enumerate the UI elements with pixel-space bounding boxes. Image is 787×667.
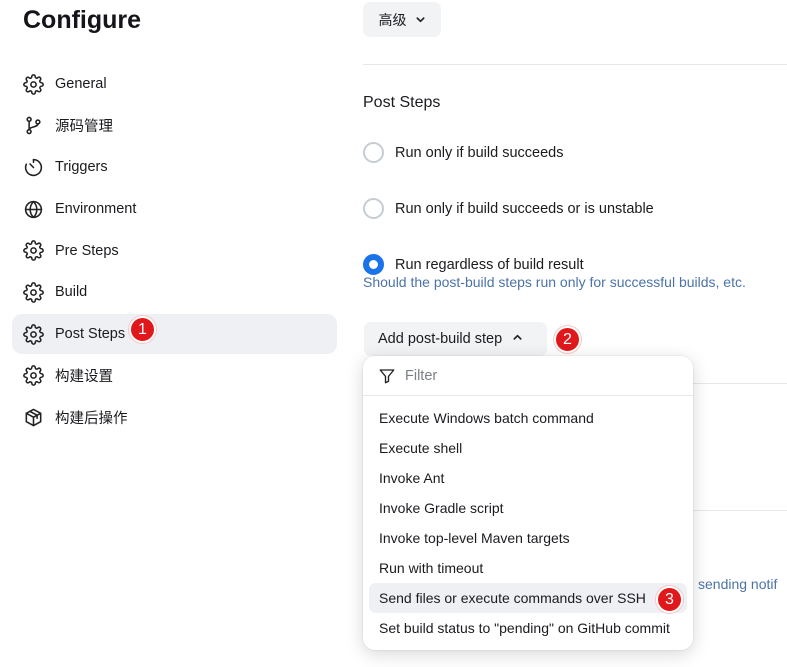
advanced-button[interactable]: 高级 [363, 2, 441, 37]
filter-input[interactable] [405, 367, 665, 384]
source-branch-icon [23, 115, 44, 136]
gear-icon [23, 365, 44, 387]
radio-label: Run regardless of build result [395, 256, 584, 273]
radio-option-unstable[interactable]: Run only if build succeeds or is unstabl… [363, 198, 654, 219]
menu-item-execute-shell[interactable]: Execute shell [369, 433, 687, 463]
sidebar-item-source[interactable]: 源码管理 [12, 106, 337, 146]
sidebar-item-triggers[interactable]: Triggers [12, 147, 337, 187]
sidebar-item-label: Pre Steps [55, 242, 119, 259]
sidebar-item-label: Post Steps [55, 326, 126, 343]
menu-item-send-files-ssh[interactable]: Send files or execute commands over SSH [369, 583, 687, 613]
sidebar-nav: General 源码管理 Triggers Environment Pre St… [12, 64, 337, 439]
sidebar-item-label: General [55, 76, 107, 92]
advanced-label: 高级 [378, 11, 407, 28]
section-title: Post Steps [363, 94, 441, 111]
sidebar-item-label: 源码管理 [55, 119, 113, 136]
menu-item-invoke-maven[interactable]: Invoke top-level Maven targets [369, 523, 687, 553]
add-step-label: Add post-build step [378, 331, 503, 347]
radio-option-succeeds[interactable]: Run only if build succeeds [363, 142, 563, 163]
radio-label: Run only if build succeeds or is unstabl… [395, 200, 654, 217]
sidebar-item-label: Build [55, 284, 88, 301]
add-post-build-step-button[interactable]: Add post-build step [364, 322, 547, 356]
radio-label: Run only if build succeeds [395, 144, 564, 161]
page-title: Configure [23, 6, 142, 34]
sidebar-item-post-steps[interactable]: Post Steps [12, 314, 337, 355]
sidebar-item-label: 构建设置 [55, 369, 113, 386]
package-icon [23, 407, 44, 428]
radio-button-checked[interactable] [363, 254, 384, 275]
sidebar-item-label: Environment [55, 201, 137, 218]
filter-icon [378, 367, 396, 385]
sidebar-item-label: Triggers [55, 159, 108, 176]
gear-icon [23, 323, 44, 345]
post-build-step-dropdown: Execute Windows batch command Execute sh… [363, 356, 693, 650]
menu-item-invoke-ant[interactable]: Invoke Ant [369, 463, 687, 493]
globe-icon [23, 199, 44, 220]
menu-list: Execute Windows batch command Execute sh… [363, 396, 693, 643]
menu-item-github-status[interactable]: Set build status to "pending" on GitHub … [369, 613, 687, 643]
sidebar-item-label: 构建后操作 [55, 411, 128, 427]
annotation-badge: 1 [129, 316, 156, 343]
menu-item-invoke-gradle[interactable]: Invoke Gradle script [369, 493, 687, 523]
gear-icon [23, 240, 44, 262]
annotation-badge: 3 [656, 586, 683, 613]
sidebar-item-build-settings[interactable]: 构建设置 [12, 356, 337, 396]
radio-button[interactable] [363, 198, 384, 219]
gear-icon [23, 73, 44, 95]
divider [363, 64, 787, 65]
clock-icon [23, 157, 44, 178]
sidebar-item-environment[interactable]: Environment [12, 189, 337, 229]
sidebar-item-post-build[interactable]: 构建后操作 [12, 398, 337, 438]
annotation-badge: 2 [554, 326, 581, 353]
sidebar-item-general[interactable]: General [12, 64, 337, 104]
chevron-down-icon [415, 12, 426, 28]
menu-item-run-with-timeout[interactable]: Run with timeout [369, 553, 687, 583]
sidebar-item-build[interactable]: Build [12, 272, 337, 312]
help-text: Should the post-build steps run only for… [363, 274, 746, 290]
gear-icon [23, 282, 44, 303]
sidebar-item-pre-steps[interactable]: Pre Steps [12, 231, 337, 271]
chevron-up-icon [512, 332, 523, 346]
radio-option-regardless[interactable]: Run regardless of build result [363, 254, 584, 275]
background-help-text: sending notif [698, 576, 778, 592]
menu-item-windows-batch[interactable]: Execute Windows batch command [369, 403, 687, 433]
radio-button[interactable] [363, 142, 384, 163]
filter-bar [363, 356, 693, 396]
